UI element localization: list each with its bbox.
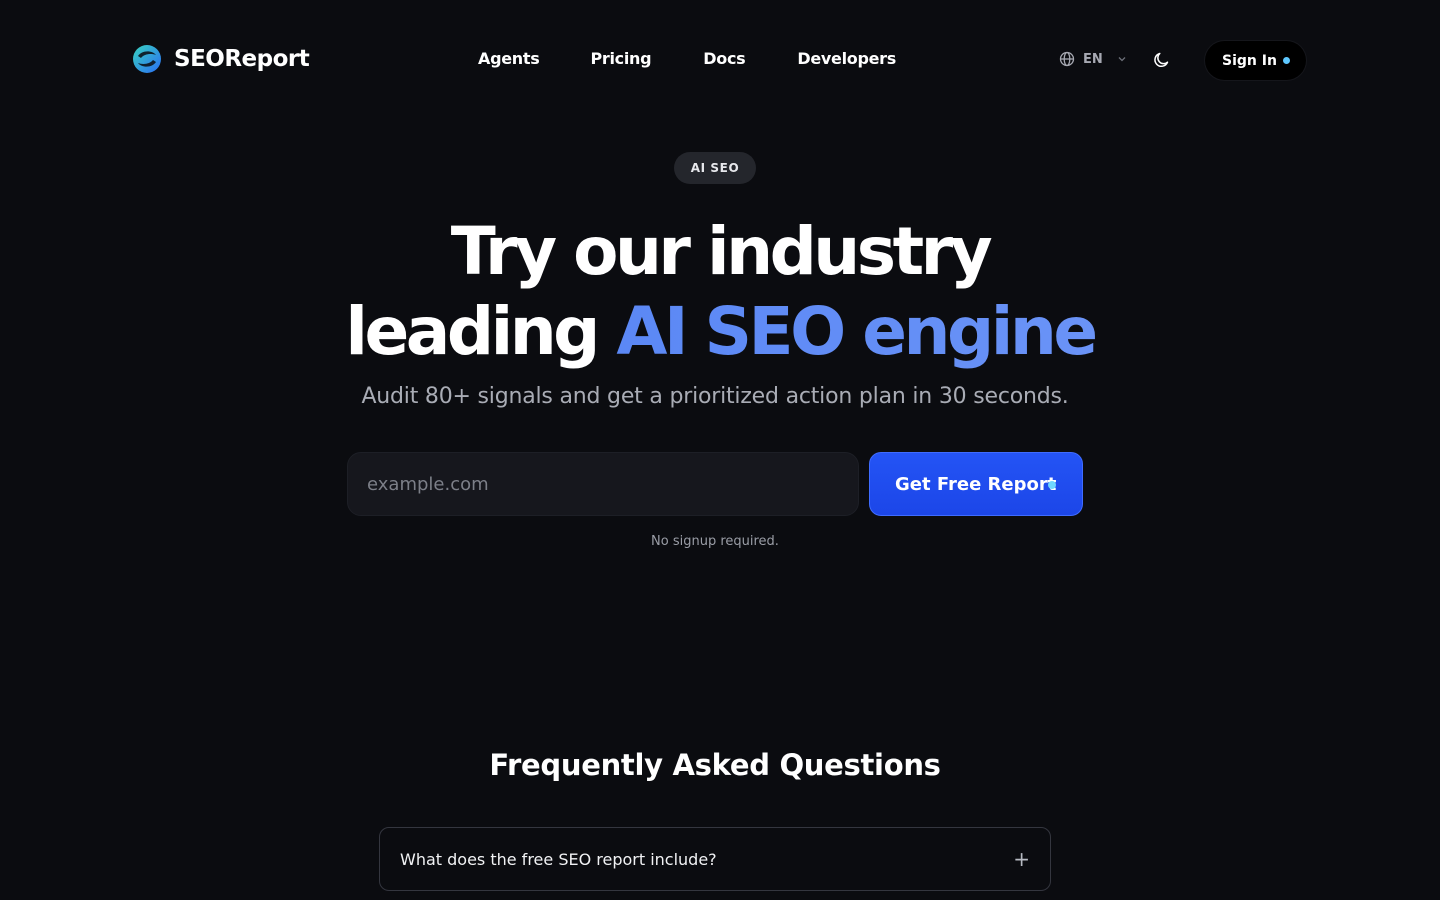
nav-item-agents[interactable]: Agents [478, 49, 540, 68]
chevron-down-icon [1118, 57, 1126, 62]
cta-dot [1048, 481, 1056, 489]
brand-logo[interactable]: SEOReport [132, 44, 310, 74]
nav-item-developers[interactable]: Developers [797, 49, 896, 68]
brand-name: SEOReport [174, 46, 310, 72]
site-header: SEOReport Agents Pricing Docs Developers… [0, 0, 1440, 120]
hero-title: Try our industry leading AI SEO engine [0, 212, 1440, 372]
moon-icon[interactable] [1152, 50, 1172, 70]
main-nav: Agents Pricing Docs Developers [478, 49, 896, 68]
landing-page: SEOReport Agents Pricing Docs Developers… [0, 0, 1440, 900]
hero-subtitle: Audit 80+ signals and get a prioritized … [361, 384, 1069, 409]
hero-badge: AI SEO [674, 152, 756, 184]
logo-swirl-icon [133, 45, 161, 73]
hero-title-line1: Try our industry [450, 213, 993, 290]
nav-item-pricing[interactable]: Pricing [590, 49, 651, 68]
url-input[interactable] [347, 452, 859, 516]
hero-title-accent: AI SEO engine [616, 293, 1098, 370]
language-label: EN [1083, 51, 1103, 67]
globe-icon [1059, 51, 1075, 67]
faq-item[interactable]: What does the free SEO report include? + [379, 827, 1051, 891]
faq-title: Frequently Asked Questions [489, 748, 941, 782]
signup-note: No signup required. [651, 534, 779, 549]
get-free-report-button[interactable]: Get Free Report [869, 452, 1083, 516]
nav-item-docs[interactable]: Docs [703, 49, 745, 68]
sign-in-label: Sign In [1222, 52, 1277, 69]
language-selector[interactable]: EN [1059, 51, 1129, 67]
faq-question: What does the free SEO report include? [400, 849, 717, 869]
sign-in-button[interactable]: Sign In [1205, 41, 1306, 80]
plus-icon: + [1013, 847, 1030, 871]
status-dot [1283, 57, 1290, 64]
cta-label: Get Free Report [895, 473, 1057, 495]
hero-title-line2: leading [345, 293, 617, 370]
